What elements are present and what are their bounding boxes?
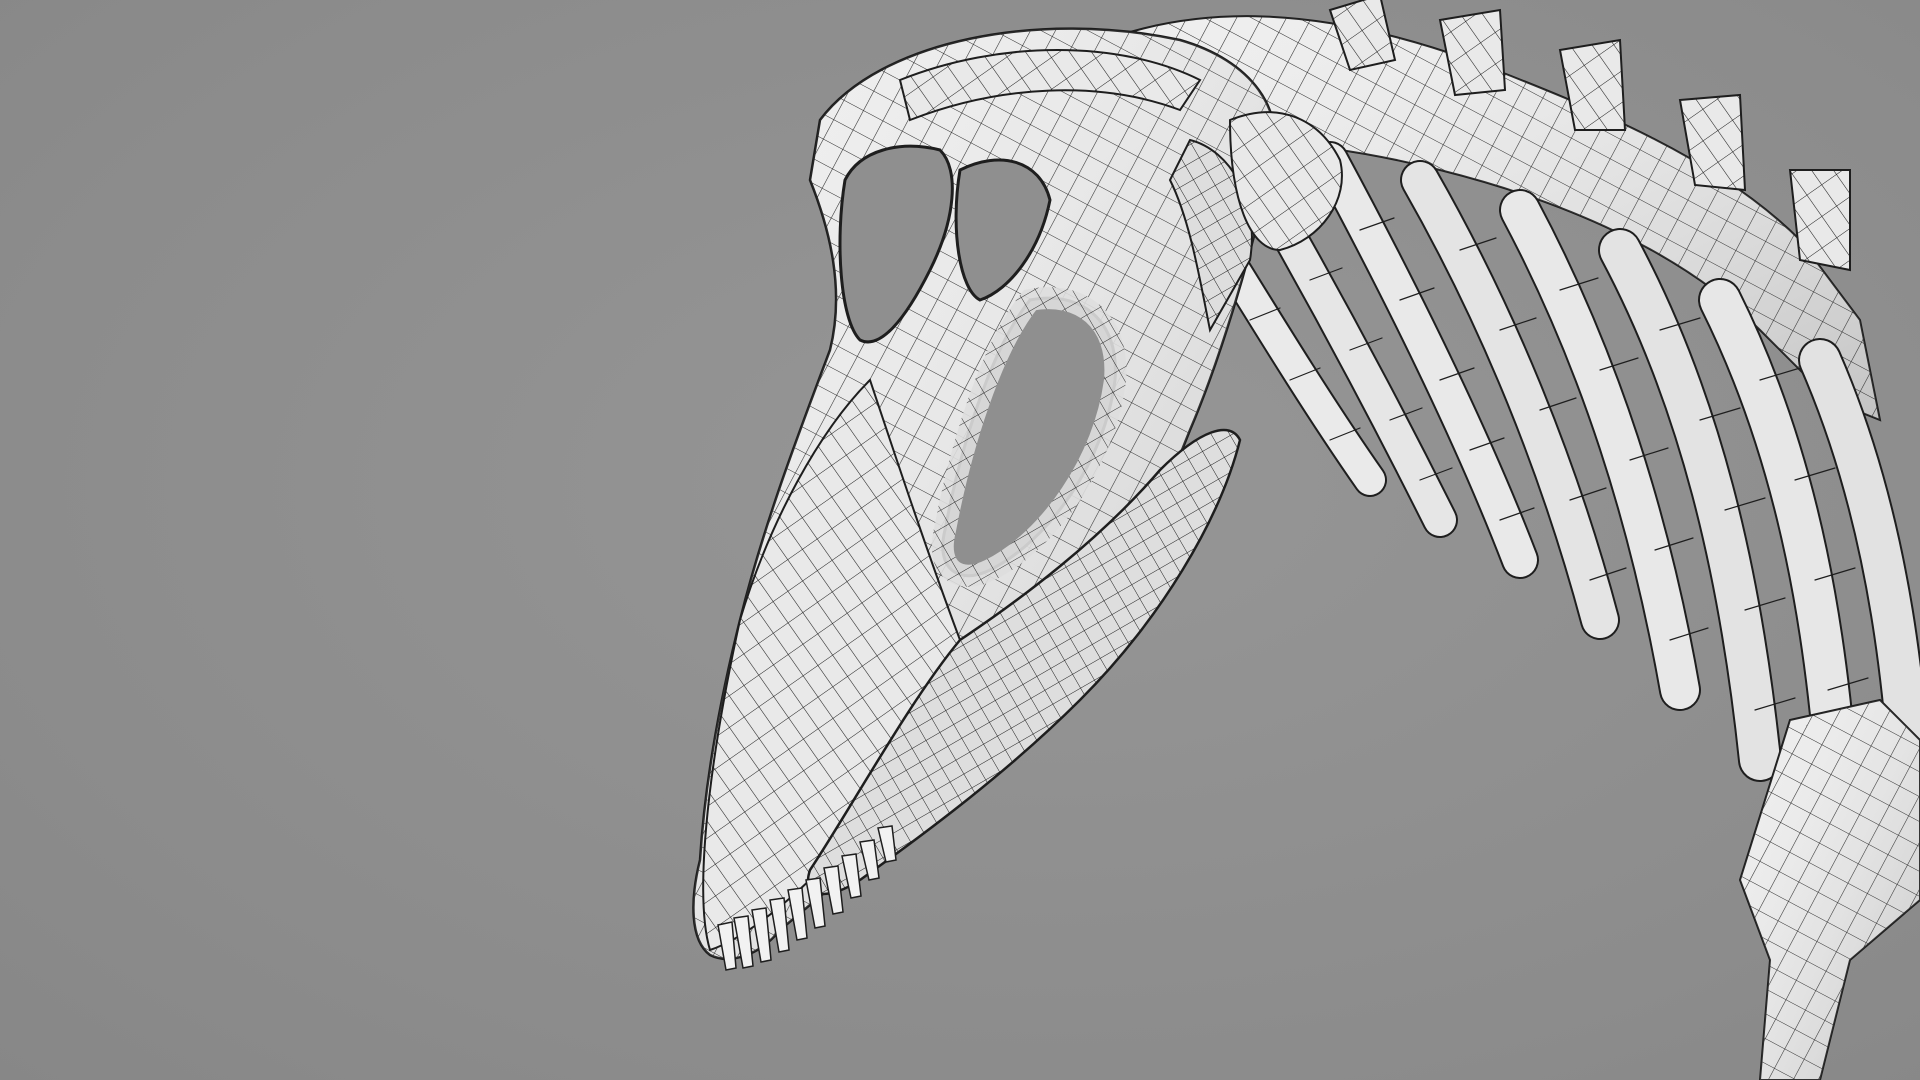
skull bbox=[692, 27, 1277, 971]
wireframe-render bbox=[692, 0, 1920, 1080]
render-viewport bbox=[0, 0, 1920, 1080]
